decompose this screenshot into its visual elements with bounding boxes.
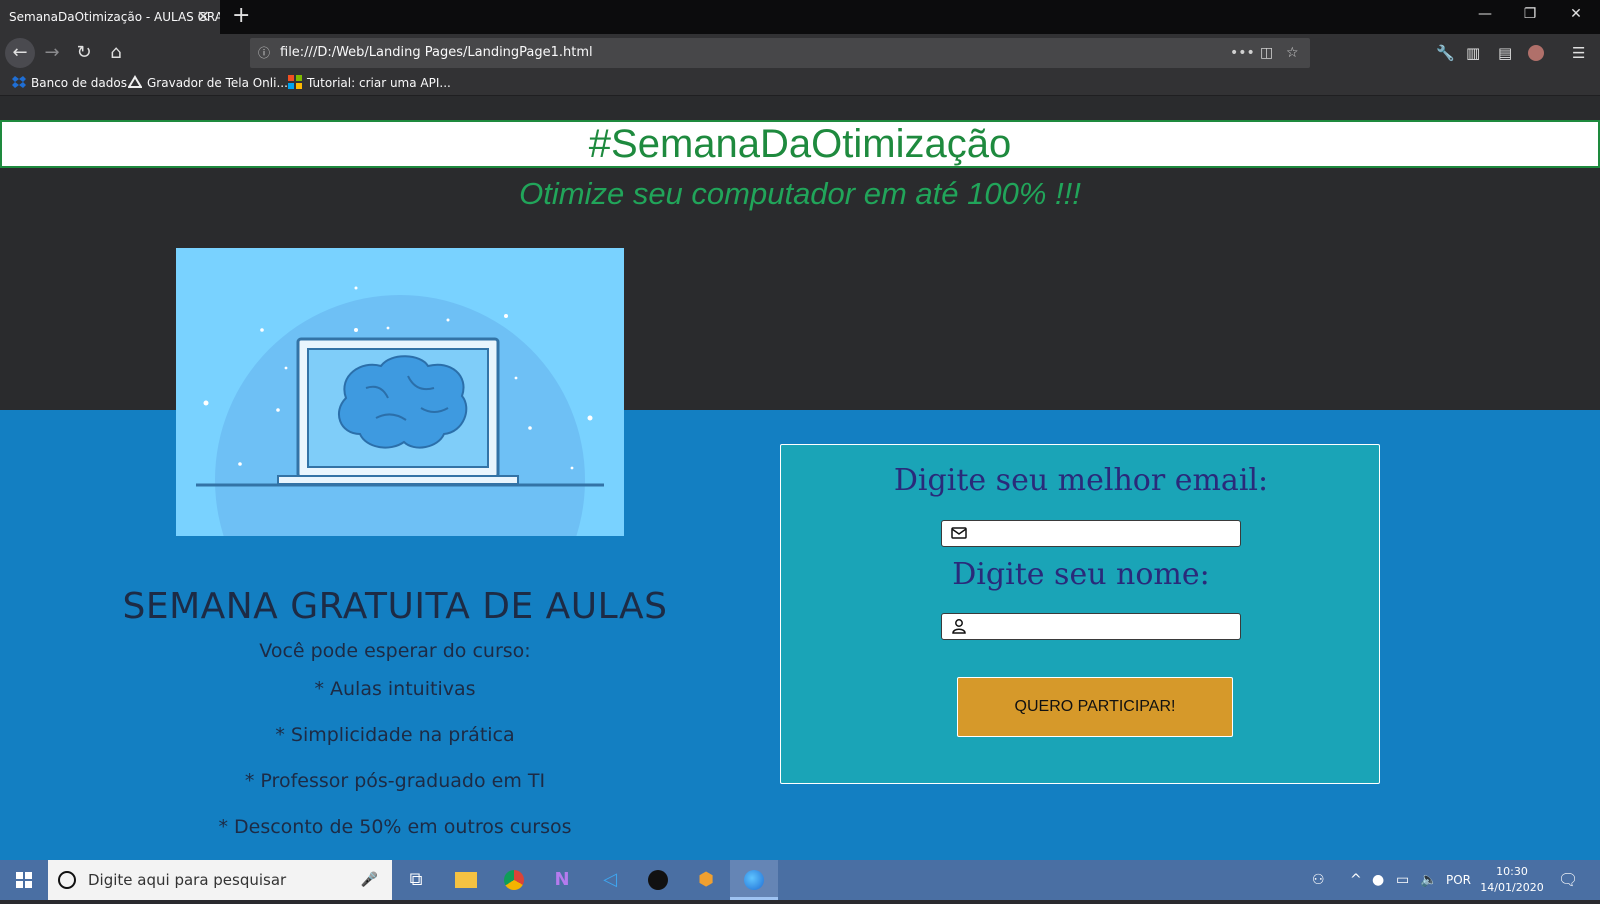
- hero-illustration: [176, 248, 624, 536]
- page-subtitle: Otimize seu computador em até 100% !!!: [519, 176, 1081, 211]
- name-field-wrapper: [941, 613, 1241, 640]
- bookmark-star-icon[interactable]: ☆: [1286, 38, 1299, 68]
- task-view-icon[interactable]: ⧉: [392, 860, 440, 900]
- app-cube-icon[interactable]: ⬢: [682, 860, 730, 900]
- hashtag-banner: #SemanaDaOtimização: [0, 120, 1600, 168]
- browser-tab-bar: SemanaDaOtimização - AULAS GRA ✕ + — ❐ ✕: [0, 0, 1600, 34]
- course-title: SEMANA GRATUITA DE AULAS: [122, 586, 668, 627]
- start-button[interactable]: [0, 860, 48, 900]
- email-field[interactable]: [974, 523, 1234, 544]
- language-indicator[interactable]: POR: [1446, 860, 1471, 900]
- clock-date: 14/01/2020: [1480, 881, 1544, 894]
- restore-icon[interactable]: ❐: [1510, 6, 1550, 22]
- menu-icon[interactable]: ☰: [1572, 44, 1585, 62]
- tab-title: SemanaDaOtimização - AULAS GRA: [9, 10, 220, 24]
- browser-nav-bar: ← → ↻ ⌂ ⓘ file:///D:/Web/Landing Pages/L…: [0, 34, 1600, 72]
- notifications-icon[interactable]: 🗨: [1558, 860, 1578, 900]
- pocket-icon[interactable]: ◫: [1260, 38, 1273, 68]
- bookmark-item-banco[interactable]: Banco de dados: [12, 75, 127, 90]
- vscode-icon[interactable]: ◁: [586, 860, 634, 900]
- sidebar-icon[interactable]: ▤: [1498, 44, 1512, 62]
- course-benefits-list: * Aulas intuitivas * Simplicidade na prá…: [110, 672, 680, 856]
- microphone-icon[interactable]: 🎤: [361, 860, 378, 900]
- address-bar[interactable]: ⓘ file:///D:/Web/Landing Pages/LandingPa…: [250, 38, 1310, 68]
- envelope-icon: [951, 527, 967, 539]
- bookmark-label: Gravador de Tela Onli...: [147, 76, 288, 90]
- home-icon[interactable]: ⌂: [101, 38, 131, 68]
- hashtag-title: #SemanaDaOtimização: [588, 122, 1012, 166]
- list-item: * Simplicidade na prática: [275, 724, 515, 746]
- clock-time: 10:30: [1496, 865, 1528, 878]
- windows-logo-icon: [16, 872, 32, 888]
- email-label: Digite seu melhor email:: [893, 463, 1269, 498]
- site-info-icon[interactable]: ⓘ: [258, 38, 270, 68]
- list-item: * Desconto de 50% em outros cursos: [218, 816, 572, 838]
- reload-icon[interactable]: ↻: [69, 38, 99, 68]
- chrome-icon[interactable]: [490, 860, 538, 900]
- submit-button[interactable]: QUERO PARTICIPAR!: [957, 677, 1233, 737]
- account-avatar-icon[interactable]: [1528, 45, 1544, 61]
- forward-icon[interactable]: →: [37, 38, 67, 68]
- bookmark-label: Tutorial: criar uma API...: [307, 76, 451, 90]
- page-actions-icon[interactable]: •••: [1230, 38, 1255, 68]
- minimize-icon[interactable]: —: [1465, 6, 1505, 22]
- address-url: file:///D:/Web/Landing Pages/LandingPage…: [280, 45, 593, 60]
- visual-studio-icon[interactable]: N: [538, 860, 586, 900]
- library-icon[interactable]: ▥: [1466, 44, 1480, 62]
- firefox-icon[interactable]: [730, 860, 778, 900]
- clock[interactable]: 10:30 14/01/2020: [1480, 864, 1544, 896]
- file-explorer-icon[interactable]: [442, 860, 490, 900]
- microsoft-logo-icon: [288, 75, 302, 89]
- back-icon[interactable]: ←: [5, 38, 35, 68]
- name-field[interactable]: [974, 616, 1234, 637]
- chevron-up-icon[interactable]: ^: [1350, 860, 1362, 900]
- windows-taskbar: Digite aqui para pesquisar 🎤 ⧉ N ◁ ⬢ ⚇ ^…: [0, 860, 1600, 900]
- bookmarks-bar: Banco de dados Gravador de Tela Onli... …: [0, 72, 1600, 96]
- email-field-wrapper: [941, 520, 1241, 547]
- course-intro: Você pode esperar do curso:: [259, 640, 531, 662]
- new-tab-icon[interactable]: +: [232, 3, 250, 28]
- user-icon: [952, 619, 966, 634]
- laptop-brain-illustration: [196, 286, 604, 536]
- browser-tab-active[interactable]: SemanaDaOtimização - AULAS GRA ✕: [0, 0, 220, 34]
- bookmark-item-tutorial[interactable]: Tutorial: criar uma API...: [288, 75, 451, 90]
- app-dark-icon[interactable]: [634, 860, 682, 900]
- close-tab-icon[interactable]: ✕: [197, 0, 210, 34]
- wrench-icon[interactable]: 🔧: [1436, 44, 1455, 62]
- network-icon[interactable]: ▭: [1396, 860, 1409, 900]
- people-icon[interactable]: ⚇: [1312, 860, 1325, 900]
- landing-page: #SemanaDaOtimização Otimize seu computad…: [0, 96, 1600, 860]
- signup-form: Digite seu melhor email: Digite seu nome…: [780, 444, 1380, 784]
- cortana-icon: [58, 871, 76, 889]
- search-placeholder: Digite aqui para pesquisar: [88, 871, 287, 889]
- name-label: Digite seu nome:: [952, 557, 1210, 592]
- volume-icon[interactable]: 🔈: [1420, 860, 1437, 900]
- list-item: * Aulas intuitivas: [314, 678, 476, 700]
- list-item: * Professor pós-graduado em TI: [244, 770, 546, 792]
- bookmark-item-gravador[interactable]: Gravador de Tela Onli...: [128, 75, 288, 90]
- window-close-icon[interactable]: ✕: [1556, 6, 1596, 22]
- taskbar-search[interactable]: Digite aqui para pesquisar 🎤: [48, 860, 392, 900]
- steam-icon[interactable]: ●: [1372, 860, 1384, 900]
- triangle-logo-icon: [128, 75, 142, 88]
- dropbox-icon: [12, 76, 26, 88]
- bookmark-label: Banco de dados: [31, 76, 127, 90]
